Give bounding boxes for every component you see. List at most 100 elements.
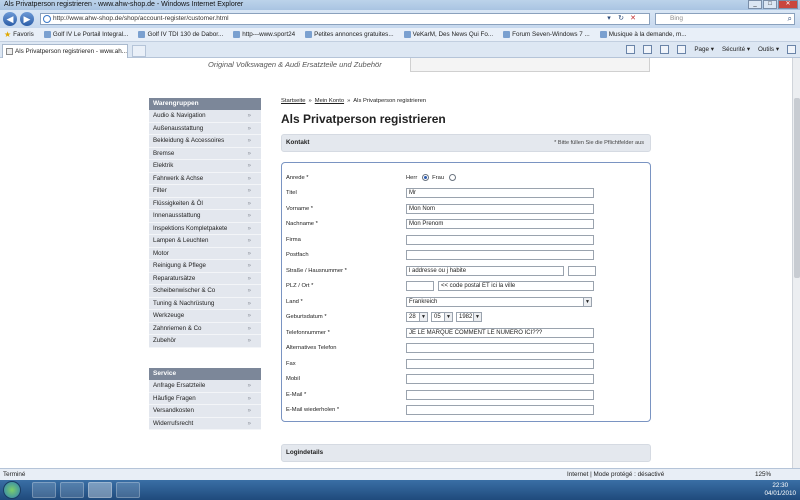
forward-button[interactable]: ▶ [20, 12, 34, 26]
email-repeat-input[interactable] [406, 405, 594, 415]
firstname-input[interactable]: Mon Nom [406, 204, 594, 214]
favorite-link[interactable]: Golf IV Le Portail Integral... [43, 31, 128, 38]
zoom-level[interactable]: 125% [755, 469, 771, 480]
category-item[interactable]: Zahnriemen & Co » [149, 323, 261, 335]
chevron-right-icon: » [247, 138, 251, 144]
favorite-link[interactable]: Forum Seven-Windows 7 ... [503, 31, 590, 38]
title-input[interactable]: Mr [406, 188, 594, 198]
help-icon[interactable] [787, 45, 796, 54]
search-box[interactable]: Bing ⌕ [655, 13, 795, 25]
birth-year-select[interactable]: 1982 ▼ [456, 312, 482, 322]
breadcrumb-current: Als Privatperson registrieren [353, 98, 427, 104]
category-item[interactable]: Bremse » [149, 148, 261, 160]
ie-taskbar-icon[interactable] [88, 482, 112, 498]
breadcrumb-account-link[interactable]: Mein Konto [315, 98, 344, 104]
category-item-label: Elektrik [153, 162, 174, 169]
mobile-input[interactable] [406, 374, 594, 384]
company-input[interactable] [406, 235, 594, 245]
category-item[interactable]: Motor » [149, 248, 261, 260]
breadcrumb-home-link[interactable]: Startseite [281, 98, 306, 104]
explorer-taskbar-icon[interactable] [32, 482, 56, 498]
address-bar[interactable]: http://www.ahw-shop.de/shop/account-regi… [40, 13, 650, 25]
compat-view-icon[interactable]: ▾ [604, 14, 614, 24]
favorite-link[interactable]: Musique à la demande, m... [599, 31, 686, 38]
housenumber-input[interactable] [568, 266, 596, 276]
pobox-input[interactable] [406, 250, 594, 260]
category-item[interactable]: Bekleidung & Accessoires » [149, 135, 261, 148]
category-item[interactable]: Fahrwerk & Achse » [149, 173, 261, 185]
category-item[interactable]: Inspektions Kompletpakete » [149, 223, 261, 235]
country-select[interactable]: Frankreich ▼ [406, 297, 592, 307]
contact-section-header: Kontakt * Bitte füllen Sie die Pflichtfe… [281, 134, 651, 152]
minimize-button[interactable]: _ [748, 0, 762, 9]
zipcity-row: PLZ / Ort * << code postal ET ici la vil… [286, 281, 646, 293]
window-controls: _ □ ✕ [748, 0, 798, 10]
favorites-button[interactable]: ★ Favoris [4, 30, 34, 39]
service-item[interactable]: Häufige Fragen » [149, 393, 261, 405]
lastname-input[interactable]: Mon Prenom [406, 219, 594, 229]
birth-month-select[interactable]: 05 ▼ [431, 312, 453, 322]
refresh-icon[interactable]: ↻ [616, 14, 626, 24]
category-item-label: Motor [153, 249, 169, 257]
category-item[interactable]: Innenausstattung » [149, 210, 261, 223]
command-bar: Page ▾ Sécurité ▾ Outils ▾ [626, 45, 796, 54]
frau-radio[interactable] [448, 174, 456, 181]
service-item[interactable]: Anfrage Ersatzteile » [149, 380, 261, 393]
home-icon[interactable] [626, 45, 636, 54]
window-titlebar: Als Privatperson registrieren - www.ahw-… [0, 0, 800, 10]
category-item[interactable]: Zubehör » [149, 335, 261, 348]
browser-tab[interactable]: Als Privatperson registrieren - www.ah..… [2, 44, 128, 58]
address-toolbar: ◀ ▶ http://www.ahw-shop.de/shop/account-… [0, 10, 800, 28]
birth-day-select[interactable]: 28 ▼ [406, 312, 428, 322]
chevron-right-icon: » [247, 188, 251, 194]
category-item[interactable]: Scheibenwischer & Co » [149, 285, 261, 298]
category-item[interactable]: Reparatursätze » [149, 273, 261, 285]
search-icon[interactable]: ⌕ [788, 14, 792, 24]
close-button[interactable]: ✕ [778, 0, 798, 9]
page-title: Als Privatperson registrieren [281, 112, 446, 126]
security-menu[interactable]: Sécurité ▾ [722, 46, 750, 53]
favorite-link[interactable]: VeKarM, Des News Qui Fo... [403, 31, 493, 38]
system-clock[interactable]: 22:30 04/01/2010 [764, 482, 796, 498]
phone-input[interactable]: JE LE MARQUE COMMENT LE NUMERO ICI??? [406, 328, 594, 338]
vertical-scrollbar[interactable] [792, 58, 800, 468]
back-button[interactable]: ◀ [3, 12, 17, 26]
start-button[interactable] [3, 481, 21, 499]
service-item[interactable]: Versandkosten » [149, 405, 261, 418]
service-item[interactable]: Widerrufsrecht » [149, 418, 261, 430]
categories-box: Warengruppen Audio & Navigation» Außenaus… [149, 98, 261, 348]
security-zone[interactable]: Internet | Mode protégé : désactivé [567, 469, 664, 480]
favorite-link[interactable]: Petites annonces gratuites... [305, 31, 394, 38]
herr-radio[interactable] [421, 174, 429, 181]
category-item[interactable]: Reinigung & Pflege » [149, 260, 261, 273]
status-text: Terminé [3, 471, 26, 478]
new-tab-button[interactable] [132, 45, 146, 57]
category-item[interactable]: Tuning & Nachrüstung » [149, 298, 261, 310]
category-item[interactable]: Audio & Navigation » [149, 110, 261, 123]
favorite-link[interactable]: Golf IV TDI 130 de Dabor... [138, 31, 223, 38]
print-icon[interactable] [677, 45, 687, 54]
category-item[interactable]: Filter » [149, 185, 261, 198]
maximize-button[interactable]: □ [763, 0, 777, 9]
scrollbar-thumb[interactable] [794, 98, 800, 278]
media-player-taskbar-icon[interactable] [60, 482, 84, 498]
email-input[interactable] [406, 390, 594, 400]
category-item[interactable]: Außenausstattung » [149, 123, 261, 135]
stop-icon[interactable]: ✕ [628, 14, 638, 24]
altphone-input[interactable] [406, 343, 594, 353]
feeds-icon[interactable] [643, 45, 653, 54]
required-note: * Bitte füllen Sie die Pflichtfelder aus [554, 140, 644, 146]
mail-icon[interactable] [660, 45, 670, 54]
category-item[interactable]: Lampen & Leuchten » [149, 235, 261, 248]
favorite-link[interactable]: http---www.sport24 [233, 31, 295, 38]
category-item[interactable]: Flüssigkeiten & Öl » [149, 198, 261, 210]
tools-menu[interactable]: Outils ▾ [758, 46, 779, 53]
network-taskbar-icon[interactable] [116, 482, 140, 498]
zip-input[interactable] [406, 281, 434, 291]
city-input[interactable]: << code postal ET ici la ville [438, 281, 594, 291]
page-menu[interactable]: Page ▾ [694, 46, 714, 53]
category-item[interactable]: Werkzeuge » [149, 310, 261, 323]
fax-input[interactable] [406, 359, 594, 369]
street-input[interactable]: l addresse ou j habite [406, 266, 564, 276]
category-item[interactable]: Elektrik » [149, 160, 261, 173]
